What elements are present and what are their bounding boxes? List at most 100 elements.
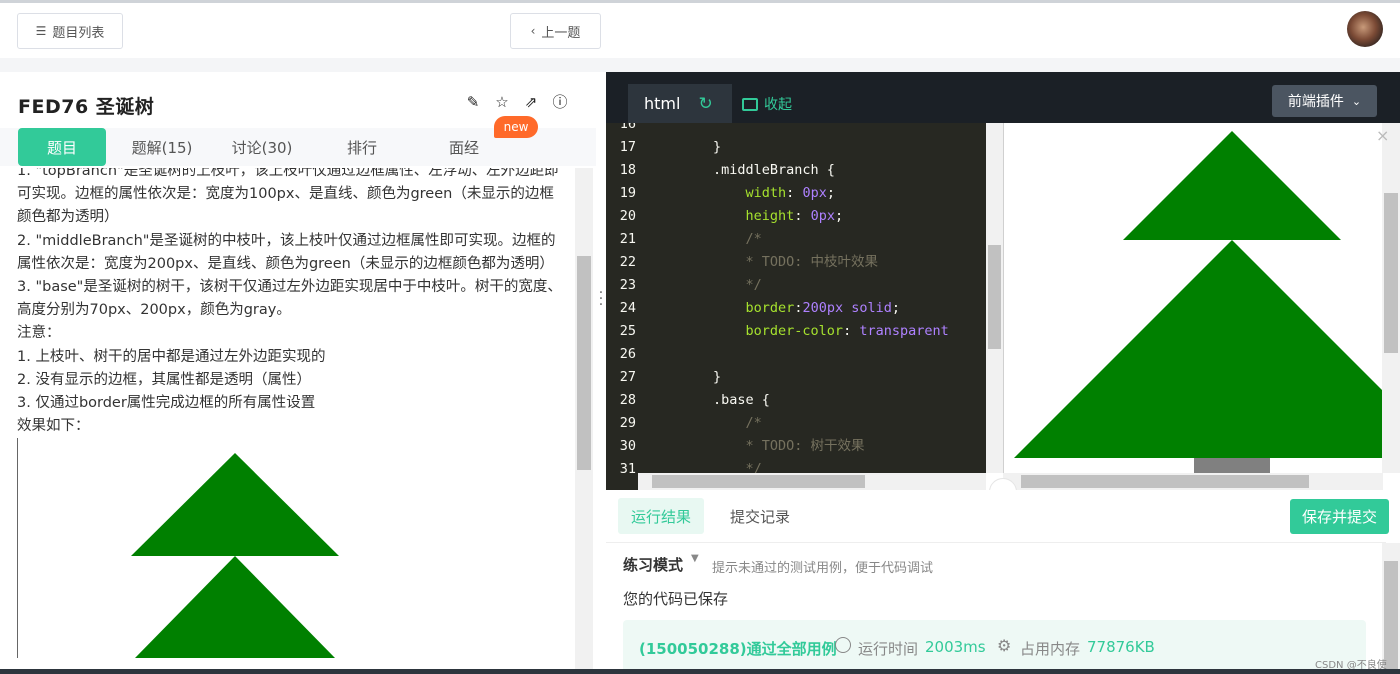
html-tab-label: html [644,94,681,113]
code-line[interactable]: 25 border-color: transparent [606,320,986,343]
code-line[interactable]: 28 .base { [606,389,986,412]
code-line[interactable]: 17 } [606,136,986,159]
mode-label[interactable]: 练习模式 [623,554,683,575]
runtime-value: 2003ms [925,638,986,656]
code-token: solid [851,300,892,316]
line-number: 23 [619,277,636,293]
code-token: 0px [802,185,827,201]
caret-down-icon[interactable]: ▼ [691,553,699,564]
line-number: 22 [619,254,636,270]
code-token: border-color [648,323,844,339]
code-token: .middleBranch { [648,162,835,178]
result-scrollbar[interactable] [1382,543,1400,674]
code-text: */ [648,458,762,473]
code-line[interactable]: 21 /* [606,228,986,251]
external-link-icon[interactable]: ⇗ [523,94,539,110]
memory-value: 77876KB [1087,638,1155,656]
code-token: } [648,139,722,155]
code-token: */ [648,461,762,473]
line-number: 30 [619,438,636,454]
panel-icon [742,97,758,111]
code-line[interactable]: 23 */ [606,274,986,297]
code-vertical-scrollbar[interactable] [986,123,1003,473]
code-token: * TODO: 中枝叶效果 [648,254,879,270]
tab-run-result[interactable]: 运行结果 [618,498,704,534]
desc-line: 效果如下： [17,418,90,435]
preview-vertical-scrollbar[interactable] [1382,123,1400,473]
memory-label: 占用内存 [1020,640,1081,658]
pass-text: (150050288)通过全部用例 [639,640,837,658]
tab-solutions[interactable]: 题解(15) [118,128,206,166]
desc-line: 注意： [17,325,61,342]
line-number: 26 [619,346,636,362]
report-icon[interactable]: ⓘ [552,94,568,110]
code-line[interactable]: 27 } [606,366,986,389]
edit-icon[interactable]: ✎ [465,94,481,110]
star-icon[interactable]: ☆ [494,94,510,110]
line-number: 28 [619,392,636,408]
code-token: /* [648,415,762,431]
prev-question-button[interactable]: ‹ 上一题 [510,13,601,49]
desc-line: 2. 没有显示的边框，其属性都是透明（属性） [17,371,311,388]
save-submit-button[interactable]: 保存并提交 [1290,499,1389,534]
collapse-button[interactable]: 收起 [742,94,792,114]
mode-hint: 提示未通过的测试用例，便于代码调试 [712,561,934,576]
code-line[interactable]: 29 /* [606,412,986,435]
tab-submit-history[interactable]: 提交记录 [718,498,802,534]
code-line[interactable]: 20 height: 0px; [606,205,986,228]
refresh-icon[interactable]: ↻ [698,94,712,114]
code-token: 0px [810,208,835,224]
top-branch [1123,131,1341,240]
render-preview [1003,123,1383,473]
line-number: 20 [619,208,636,224]
code-token: ; [891,300,901,316]
tab-html[interactable]: html ↻ [628,84,732,123]
clock-icon [835,637,851,653]
line-number: 31 [619,461,636,473]
tab-question[interactable]: 题目 [18,128,106,166]
problem-list-label: 题目列表 [52,25,105,41]
question-description: 1. "topBranch"是圣诞树的上枝叶，该上枝叶仅通过边框属性、左浮动、左… [17,168,562,674]
memory-icon: ⚙ [997,636,1012,655]
separator [0,58,1400,72]
chevron-left-icon: ‹ [530,24,536,38]
code-token: } [648,369,722,385]
code-line[interactable]: 18 .middleBranch { [606,159,986,182]
code-line[interactable]: 22 * TODO: 中枝叶效果 [606,251,986,274]
code-token: : [794,208,811,224]
code-token: */ [648,277,762,293]
code-token: transparent [859,323,949,339]
code-text: * TODO: 树干效果 [648,435,865,458]
line-number: 29 [619,415,636,431]
resize-handle[interactable]: · · · [596,286,606,312]
example-tree [131,453,339,659]
code-line[interactable]: 26 [606,343,986,366]
desc-line: 1. 上枝叶、树干的居中都是通过左外边距实现的 [17,348,326,365]
code-line[interactable]: 16 [606,123,986,136]
close-icon[interactable]: × [1376,126,1389,145]
code-token: .base { [648,392,770,408]
code-horizontal-scrollbar[interactable] [638,473,986,490]
tab-ranking[interactable]: 排行 [318,128,406,166]
code-editor[interactable]: 16 17 } 18 .middleBranch {19 width: 0px; 20… [606,123,986,473]
preview-horizontal-scrollbar[interactable] [1003,473,1383,490]
code-line[interactable]: 30 * TODO: 树干效果 [606,435,986,458]
description-scrollbar[interactable] [575,168,593,674]
problem-list-button[interactable]: ☰ 题目列表 [17,13,123,49]
tab-discussion[interactable]: 讨论(30) [218,128,306,166]
code-text: } [648,366,721,389]
code-line[interactable]: 24 border:200px solid; [606,297,986,320]
example-middle-branch [135,556,335,659]
example-top-branch [131,453,339,557]
plugin-dropdown[interactable]: 前端插件 ⌄ [1272,85,1377,117]
code-text: /* [648,228,762,251]
code-token: width [648,185,787,201]
list-icon: ☰ [35,24,47,38]
code-line[interactable]: 31 */ [606,458,986,473]
prev-question-label: 上一题 [541,25,581,41]
code-line[interactable]: 19 width: 0px; [606,182,986,205]
saved-message: 您的代码已保存 [623,590,729,608]
code-token: : [786,185,803,201]
avatar[interactable] [1347,11,1383,47]
